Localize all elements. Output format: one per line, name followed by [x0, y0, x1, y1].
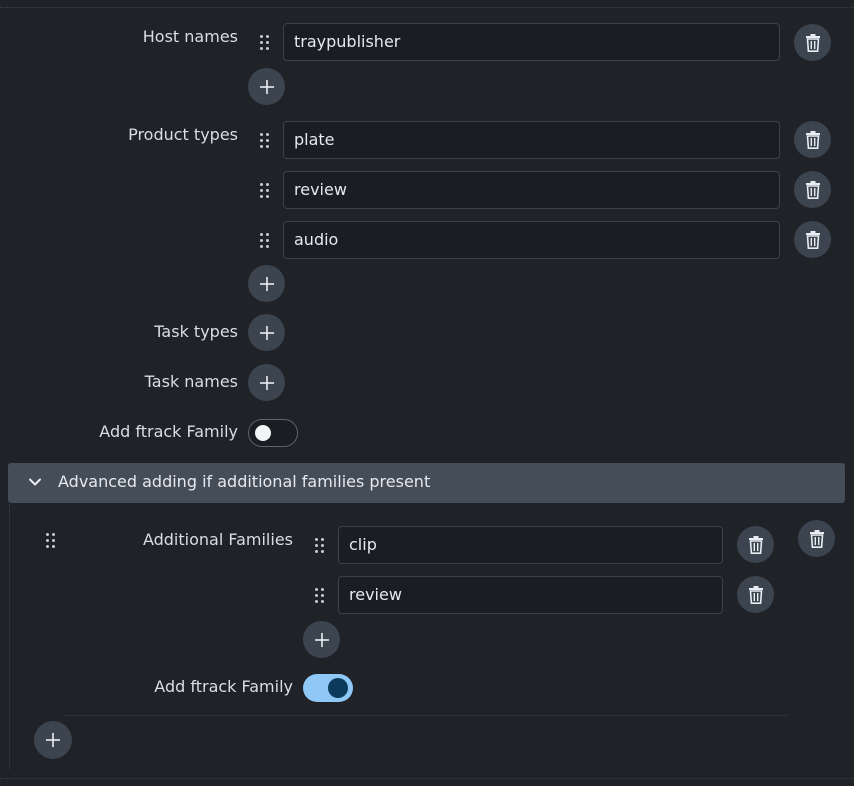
additional-family-input[interactable]: review: [338, 576, 723, 614]
plus-icon: [259, 79, 274, 94]
add-product-type-button[interactable]: [248, 265, 285, 302]
delete-additional-family-button[interactable]: [737, 576, 774, 613]
trash-icon: [805, 33, 820, 52]
trash-icon: [748, 585, 763, 604]
bottom-divider: [0, 778, 854, 779]
trash-icon: [809, 529, 824, 548]
drag-handle-icon[interactable]: [315, 538, 327, 554]
product-type-input[interactable]: review: [283, 171, 780, 209]
task-names-label: Task names: [144, 372, 238, 391]
delete-entry-button[interactable]: [798, 520, 835, 557]
product-type-input[interactable]: audio: [283, 221, 780, 259]
trash-icon: [805, 130, 820, 149]
drag-handle-icon[interactable]: [260, 183, 272, 199]
add-task-name-button[interactable]: [248, 364, 285, 401]
advanced-panel-header[interactable]: Advanced adding if additional families p…: [8, 463, 845, 503]
plus-icon: [259, 375, 274, 390]
entry-add-ftrack-family-label: Add ftrack Family: [154, 677, 293, 696]
drag-handle-icon[interactable]: [315, 588, 327, 604]
drag-handle-icon[interactable]: [46, 533, 58, 549]
product-types-label: Product types: [128, 125, 238, 144]
delete-host-name-button[interactable]: [794, 24, 831, 61]
top-divider: [0, 7, 854, 8]
delete-product-type-button[interactable]: [794, 221, 831, 258]
delete-product-type-button[interactable]: [794, 171, 831, 208]
add-ftrack-family-toggle[interactable]: [248, 419, 298, 447]
toggle-knob: [328, 678, 348, 698]
add-host-name-button[interactable]: [248, 68, 285, 105]
plus-icon: [46, 733, 60, 747]
plus-icon: [259, 325, 274, 340]
host-names-label: Host names: [142, 27, 238, 46]
add-ftrack-family-label: Add ftrack Family: [99, 422, 238, 441]
entry-add-ftrack-family-toggle[interactable]: [303, 674, 353, 702]
advanced-panel-title: Advanced adding if additional families p…: [58, 472, 431, 491]
delete-additional-family-button[interactable]: [737, 526, 774, 563]
trash-icon: [805, 230, 820, 249]
drag-handle-icon[interactable]: [260, 233, 272, 249]
host-name-input[interactable]: traypublisher: [283, 23, 780, 61]
add-entry-button[interactable]: [34, 721, 72, 759]
chevron-down-icon: [29, 478, 41, 486]
add-additional-family-button[interactable]: [303, 621, 340, 658]
trash-icon: [805, 180, 820, 199]
drag-handle-icon[interactable]: [260, 133, 272, 149]
toggle-knob: [255, 425, 271, 441]
delete-product-type-button[interactable]: [794, 121, 831, 158]
add-task-type-button[interactable]: [248, 314, 285, 351]
trash-icon: [748, 535, 763, 554]
entry-divider: [65, 715, 788, 716]
product-type-input[interactable]: plate: [283, 121, 780, 159]
drag-handle-icon[interactable]: [260, 35, 272, 51]
plus-icon: [314, 632, 329, 647]
additional-family-input[interactable]: clip: [338, 526, 723, 564]
panel-body-border: [9, 504, 10, 770]
additional-families-label: Additional Families: [142, 530, 293, 549]
plus-icon: [259, 276, 274, 291]
task-types-label: Task types: [154, 322, 238, 341]
